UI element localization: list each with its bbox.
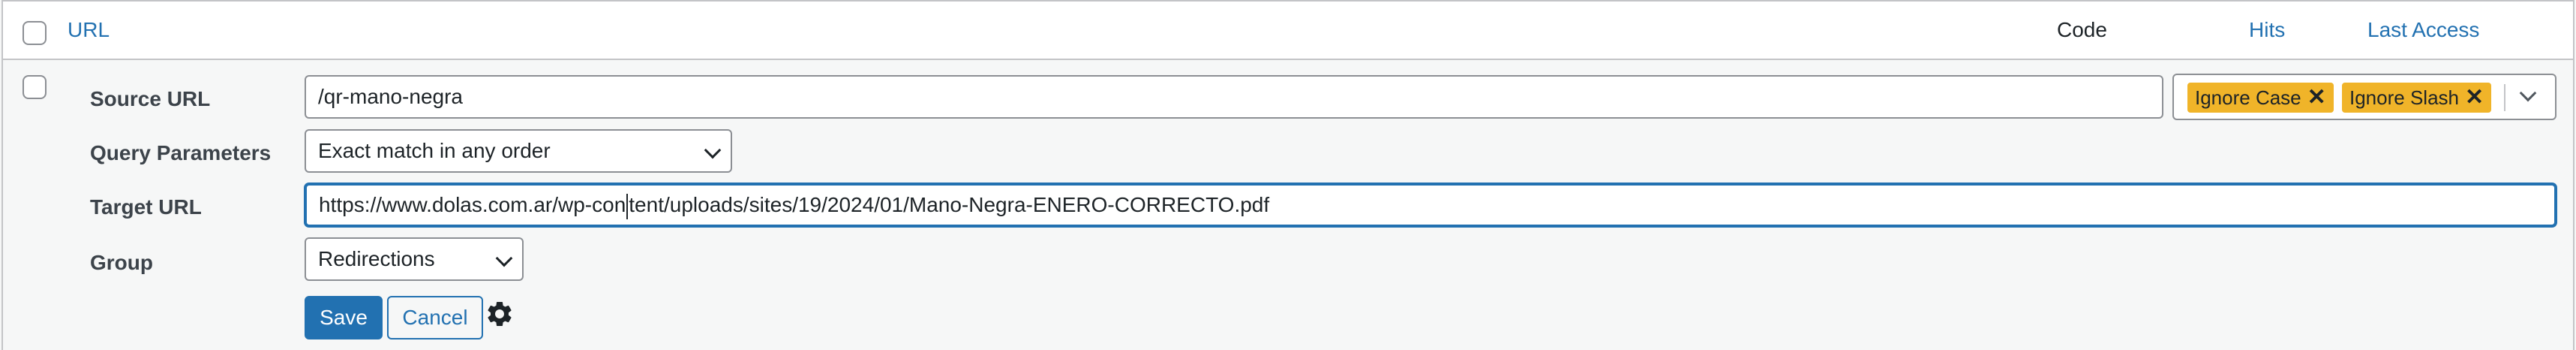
flags-divider	[2504, 84, 2505, 111]
target-url-label: Target URL	[90, 195, 202, 219]
query-parameters-select[interactable]: Exact match in any order	[305, 129, 732, 173]
flag-ignore-slash: Ignore Slash ✕	[2342, 83, 2492, 113]
chevron-down-icon	[495, 249, 513, 267]
table-header: URL Code Hits Last Access	[3, 2, 2573, 60]
flag-ignore-slash-label: Ignore Slash	[2349, 86, 2459, 109]
chevron-down-icon[interactable]	[2519, 84, 2537, 102]
query-parameters-selected: Exact match in any order	[318, 139, 551, 162]
chevron-down-icon	[704, 141, 722, 159]
flags-multiselect[interactable]: Ignore Case ✕ Ignore Slash ✕	[2172, 74, 2556, 120]
close-icon[interactable]: ✕	[2465, 85, 2484, 110]
select-all-checkbox[interactable]	[23, 21, 47, 45]
group-select[interactable]: Redirections	[305, 237, 524, 281]
column-hits-sort-link[interactable]: Hits	[2249, 18, 2285, 42]
close-icon[interactable]: ✕	[2307, 85, 2326, 110]
text-caret	[626, 193, 629, 219]
group-selected: Redirections	[318, 247, 435, 270]
redirect-edit-row: Source URL /qr-mano-negra Ignore Case ✕ I…	[3, 62, 2573, 350]
query-parameters-label: Query Parameters	[90, 141, 272, 164]
cancel-button[interactable]: Cancel	[387, 296, 483, 339]
column-url-sort-link[interactable]: URL	[68, 18, 110, 42]
save-button[interactable]: Save	[305, 296, 383, 339]
gear-icon[interactable]	[485, 299, 515, 329]
column-code-header: Code	[2057, 18, 2107, 41]
row-select-checkbox[interactable]	[23, 75, 47, 99]
redirects-table: URL Code Hits Last Access Source URL /qr…	[2, 0, 2574, 350]
column-last-access-sort-link[interactable]: Last Access	[2367, 18, 2479, 42]
target-url-input[interactable]: https://www.dolas.com.ar/wp-con tent/uplo…	[305, 183, 2556, 227]
source-url-label: Source URL	[90, 87, 211, 110]
target-url-value-start: https://www.dolas.com.ar/wp-con	[319, 193, 626, 216]
flag-ignore-case: Ignore Case ✕	[2187, 83, 2334, 113]
source-url-input[interactable]: /qr-mano-negra	[305, 75, 2163, 119]
flag-ignore-case-label: Ignore Case	[2195, 86, 2301, 109]
target-url-value-end: tent/uploads/sites/19/2024/01/Mano-Negra…	[629, 193, 1270, 216]
group-label: Group	[90, 251, 153, 274]
